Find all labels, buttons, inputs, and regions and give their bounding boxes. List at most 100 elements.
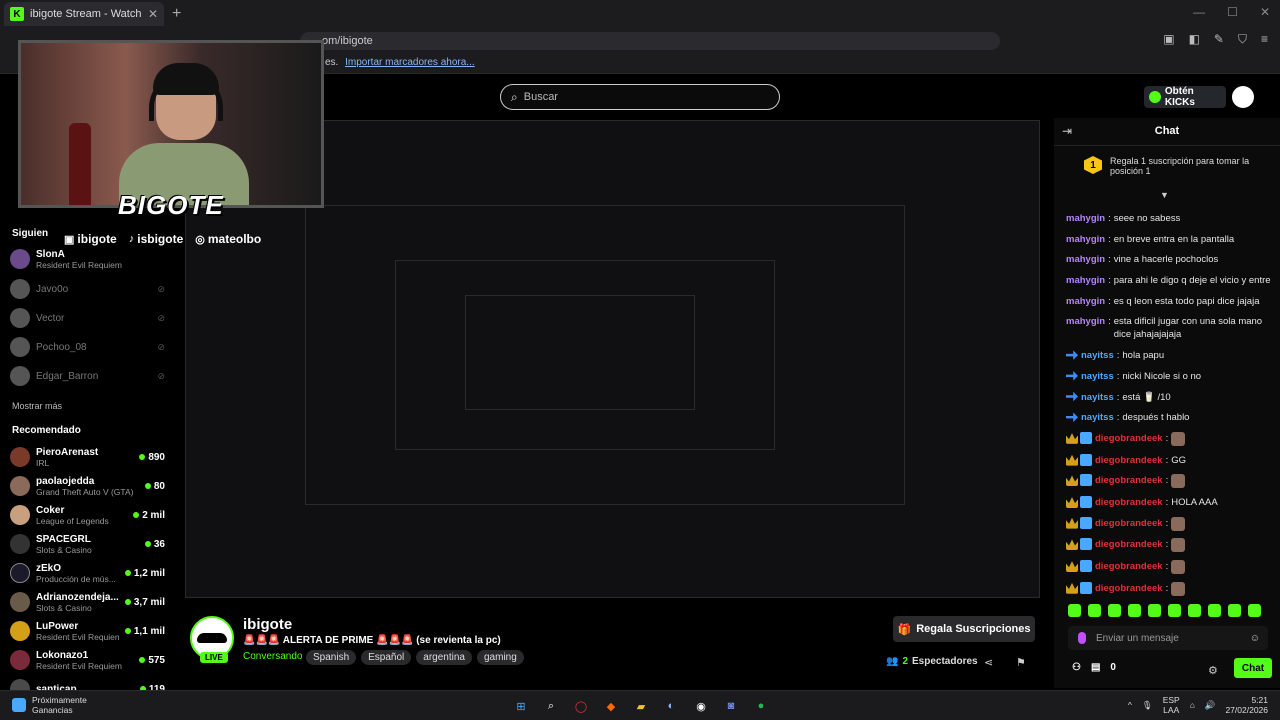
chat-username[interactable]: mahygin	[1066, 212, 1105, 225]
search-icon: ⌕	[511, 89, 518, 104]
gear-icon[interactable]: ⚙	[1208, 664, 1218, 677]
emote-icon[interactable]	[1108, 604, 1121, 617]
emote-icon[interactable]	[1188, 604, 1201, 617]
emote-icon[interactable]	[1208, 604, 1221, 617]
chat-username[interactable]: mahygin	[1066, 274, 1105, 287]
emote-icon[interactable]	[1228, 604, 1241, 617]
avatar	[10, 249, 30, 269]
chat-username[interactable]: nayitss	[1081, 411, 1114, 424]
get-kicks-button[interactable]: Obtén KICKs	[1144, 86, 1226, 108]
sidebar-item-recommended[interactable]: PieroArenast IRL 890	[10, 444, 165, 470]
user-badges	[1066, 453, 1092, 466]
spotify-icon[interactable]: ●	[752, 697, 770, 715]
kicks-balance-icon[interactable]: ⚇	[1072, 662, 1081, 673]
minimize-icon[interactable]: —	[1193, 5, 1205, 19]
import-bookmarks-link[interactable]: Importar marcadores ahora...	[345, 57, 475, 68]
chat-username[interactable]: diegobrandeek	[1095, 517, 1163, 530]
search-icon[interactable]: ⌕	[542, 697, 560, 715]
mic-tray-icon[interactable]: 🎙	[1142, 700, 1153, 711]
tray-expand-icon[interactable]: ^	[1128, 700, 1132, 710]
share-icon[interactable]: ⋖	[984, 656, 993, 669]
tag[interactable]: Español	[361, 650, 412, 665]
sidebar-item-recommended[interactable]: LuPower Resident Evil Requiem 1,1 mil	[10, 618, 165, 644]
clock[interactable]: 5:21 27/02/2026	[1225, 695, 1268, 715]
shield-badge-icon	[1080, 516, 1092, 529]
close-window-icon[interactable]: ✕	[1260, 5, 1270, 19]
vpn-icon[interactable]: ⛉	[1238, 32, 1247, 47]
sidebar-item-following[interactable]: Pochoo_08 ⊘	[10, 334, 165, 360]
url-field[interactable]: om/ibigote	[300, 32, 1000, 50]
discord-icon[interactable]: ◙	[722, 697, 740, 715]
network-icon[interactable]: ⌂	[1190, 700, 1195, 710]
chat-username[interactable]: diegobrandeek	[1095, 582, 1163, 595]
streamer-name[interactable]: ibigote	[243, 616, 292, 633]
menu-icon[interactable]: ≡	[1261, 32, 1268, 47]
chat-message: diegobrandeek:	[1066, 581, 1276, 596]
chat-username[interactable]: mahygin	[1066, 233, 1105, 246]
chat-username[interactable]: mahygin	[1066, 295, 1105, 308]
sidebar-item-following[interactable]: Javo0o ⊘	[10, 276, 165, 302]
opera-icon[interactable]: ◯	[572, 697, 590, 715]
maximize-icon[interactable]: ☐	[1227, 5, 1238, 19]
sidebar-item-recommended[interactable]: zEkO Producción de mús... 1,2 mil	[10, 560, 165, 586]
gift-leaderboard-banner[interactable]: 1 Regala 1 suscripción para tomar la pos…	[1084, 156, 1264, 177]
search-bar[interactable]: ⌕ Buscar	[500, 84, 780, 110]
pinned-toggle-icon[interactable]: ▼	[1160, 190, 1169, 200]
sidebar-item-recommended[interactable]: Coker League of Legends 2 mil	[10, 502, 165, 528]
chat-message: diegobrandeek:	[1066, 560, 1276, 574]
emote-icon[interactable]	[1148, 604, 1161, 617]
sidebar-item-following[interactable]: SlonA Resident Evil Requiem	[10, 246, 165, 272]
sidebar-item-following[interactable]: Edgar_Barron ⊘	[10, 363, 165, 389]
chat-username[interactable]: diegobrandeek	[1095, 474, 1163, 487]
gift-subscriptions-button[interactable]: 🎁 Regala Suscripciones	[893, 616, 1035, 642]
chat-username[interactable]: diegobrandeek	[1095, 432, 1163, 445]
chat-username[interactable]: nayitss	[1081, 349, 1114, 362]
close-icon[interactable]: ✕	[148, 7, 158, 21]
windows-start-icon[interactable]: ⊞	[512, 697, 530, 715]
chat-username[interactable]: nayitss	[1081, 370, 1114, 383]
chat-username[interactable]: diegobrandeek	[1095, 496, 1163, 509]
chat-username[interactable]: diegobrandeek	[1095, 454, 1163, 467]
weather-widget[interactable]: Próximamente Ganancias	[12, 695, 87, 715]
emoji-icon[interactable]: ☺	[1250, 633, 1260, 644]
sidebar-item-recommended[interactable]: Adrianozendeja... Slots & Casino 3,7 mil	[10, 589, 165, 615]
chat-username[interactable]: nayitss	[1081, 391, 1114, 404]
chat-text: después t hablo	[1122, 412, 1190, 424]
sidebar-item-recommended[interactable]: SPACEGRL Slots & Casino 36	[10, 531, 165, 557]
chat-username[interactable]: diegobrandeek	[1095, 560, 1163, 573]
steam-icon[interactable]: ◐	[662, 697, 680, 715]
tag[interactable]: gaming	[476, 650, 524, 665]
stream-category[interactable]: Conversando	[243, 651, 302, 662]
avatar[interactable]	[1232, 86, 1254, 108]
sidebar-item-recommended[interactable]: Lokonazo1 Resident Evil Requiem 575	[10, 647, 165, 673]
emote-icon[interactable]	[1068, 604, 1081, 617]
folder-icon[interactable]: ▰	[632, 697, 650, 715]
extensions-icon[interactable]: ✎	[1214, 32, 1224, 47]
browser-tab[interactable]: K ibigote Stream - Watch Live on K ✕	[4, 2, 164, 26]
sidebar-item-following[interactable]: Vector ⊘	[10, 305, 165, 331]
emote-icon[interactable]	[1168, 604, 1181, 617]
chat-username[interactable]: diegobrandeek	[1095, 538, 1163, 551]
volume-icon[interactable]: 🔊	[1205, 700, 1216, 711]
obs-icon[interactable]: ◉	[692, 697, 710, 715]
emote-icon[interactable]	[1248, 604, 1261, 617]
chat-text: seee no sabess	[1113, 213, 1181, 224]
language-indicator[interactable]: ESP LAA	[1163, 695, 1180, 715]
chest-icon[interactable]: ▤	[1091, 662, 1100, 673]
brave-icon[interactable]: ◆	[602, 697, 620, 715]
search-input[interactable]: Buscar	[524, 91, 558, 103]
report-icon[interactable]: ⚑	[1016, 656, 1026, 669]
show-more-link[interactable]: Mostrar más	[12, 401, 62, 411]
chat-username[interactable]: mahygin	[1066, 253, 1105, 266]
sidebar-icon[interactable]: ◧	[1189, 32, 1200, 47]
tag[interactable]: argentina	[416, 650, 472, 665]
chat-input[interactable]: Enviar un mensaje ☺	[1068, 626, 1268, 650]
tag[interactable]: Spanish	[306, 650, 357, 665]
chat-username[interactable]: mahygin	[1066, 315, 1105, 328]
emote-icon[interactable]	[1088, 604, 1101, 617]
emote-icon[interactable]	[1128, 604, 1141, 617]
sidebar-item-recommended[interactable]: paolaojedda Grand Theft Auto V (GTA) 80	[10, 473, 165, 499]
new-tab-icon[interactable]: +	[172, 5, 181, 23]
tabs-icon[interactable]: ▣	[1163, 32, 1174, 47]
send-chat-button[interactable]: Chat	[1234, 658, 1272, 678]
